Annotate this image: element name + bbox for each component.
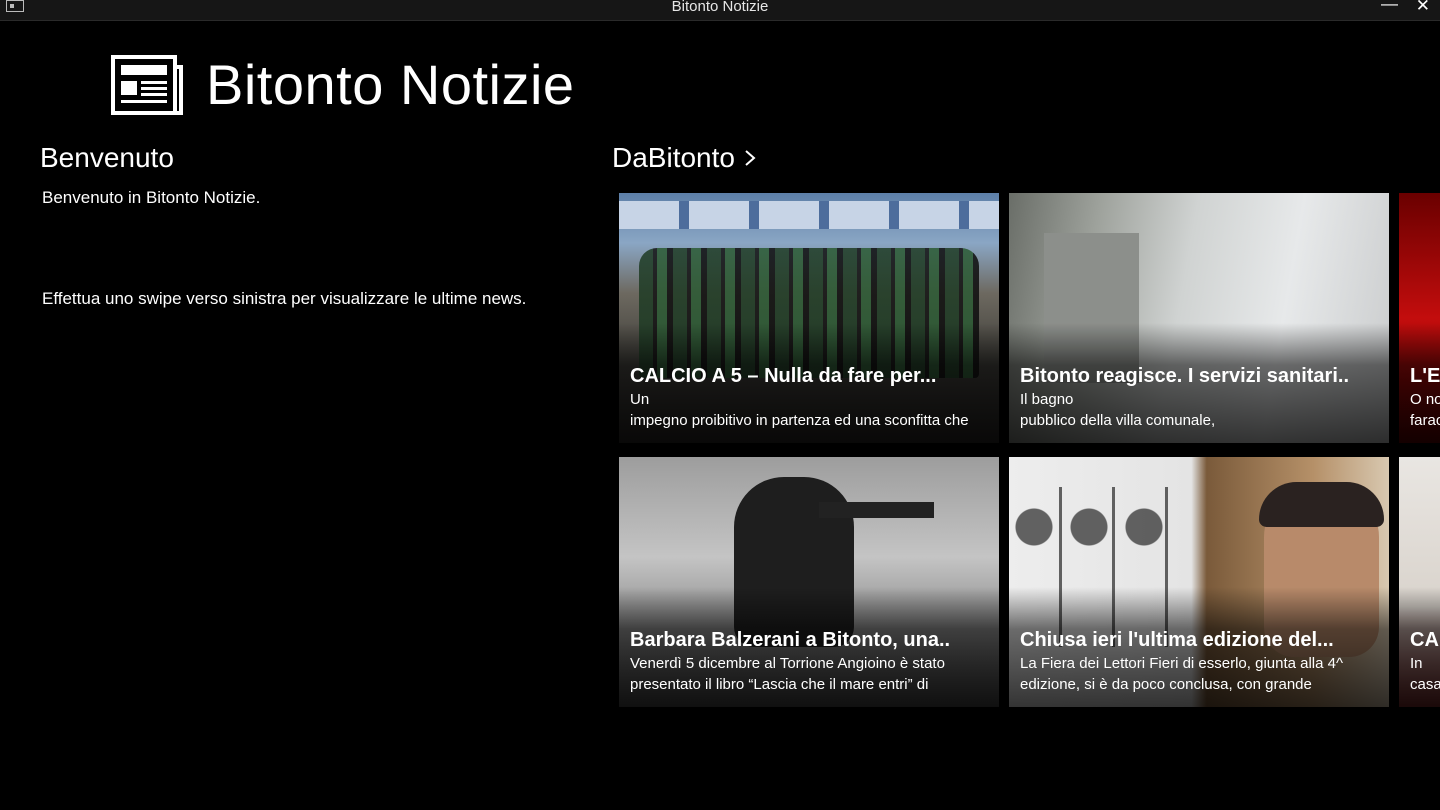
news-title: Barbara Balzerani a Bitonto, una.. xyxy=(630,629,951,651)
welcome-section-title: Benvenuto xyxy=(40,142,174,173)
news-title: Bitonto reagisce. I servizi sanitari.. xyxy=(1020,365,1350,387)
news-excerpt: pubblico della villa comunale, xyxy=(1020,412,1216,429)
news-excerpt: O no xyxy=(1410,391,1440,408)
news-excerpt: farao xyxy=(1410,412,1440,429)
news-tile[interactable]: Barbara Balzerani a Bitonto, una.. Vener… xyxy=(619,457,999,707)
news-title: CALCIO A 5 – Nulla da fare per... xyxy=(630,365,937,387)
news-excerpt: In xyxy=(1410,655,1423,672)
close-button[interactable]: ✕ xyxy=(1416,0,1430,16)
news-excerpt: Un xyxy=(630,391,650,408)
news-tile[interactable]: Chiusa ieri l'ultima edizione del... La … xyxy=(1009,457,1389,707)
window-title: Bitonto Notizie xyxy=(671,0,769,15)
news-excerpt: casa xyxy=(1410,676,1440,693)
news-tile[interactable]: Bitonto reagisce. I servizi sanitari.. I… xyxy=(1009,193,1389,443)
news-excerpt: Il bagno xyxy=(1020,391,1074,408)
chevron-right-icon xyxy=(745,150,756,166)
news-title: Chiusa ieri l'ultima edizione del... xyxy=(1020,629,1334,651)
news-tile[interactable]: CAL In casa xyxy=(1399,457,1440,707)
welcome-text: Benvenuto in Bitonto Notizie. xyxy=(42,188,261,207)
group-header-dabitonto[interactable]: DaBitonto xyxy=(612,142,757,174)
swipe-hint-text: Effettua uno swipe verso sinistra per vi… xyxy=(42,289,527,308)
news-excerpt: impegno proibitivo in partenza ed una sc… xyxy=(630,412,969,429)
news-title: CAL xyxy=(1410,629,1440,651)
minimize-button[interactable]: — xyxy=(1381,0,1398,14)
window-title-bar: Bitonto Notizie — ✕ xyxy=(0,0,1440,21)
news-excerpt: Venerdì 5 dicembre al Torrione Angioino … xyxy=(630,655,945,672)
news-tile[interactable]: L'El O no farao xyxy=(1399,193,1440,443)
news-excerpt: La Fiera dei Lettori Fieri di esserlo, g… xyxy=(1020,655,1344,672)
news-tile[interactable]: CALCIO A 5 – Nulla da fare per... Un imp… xyxy=(619,193,999,443)
news-excerpt: edizione, si è da poco conclusa, con gra… xyxy=(1020,676,1312,693)
newspaper-icon xyxy=(111,55,183,115)
group-title: DaBitonto xyxy=(612,142,735,173)
app-title: Bitonto Notizie xyxy=(206,53,575,116)
news-excerpt: presentato il libro “Lascia che il mare … xyxy=(630,676,929,693)
news-title: L'El xyxy=(1410,365,1440,387)
